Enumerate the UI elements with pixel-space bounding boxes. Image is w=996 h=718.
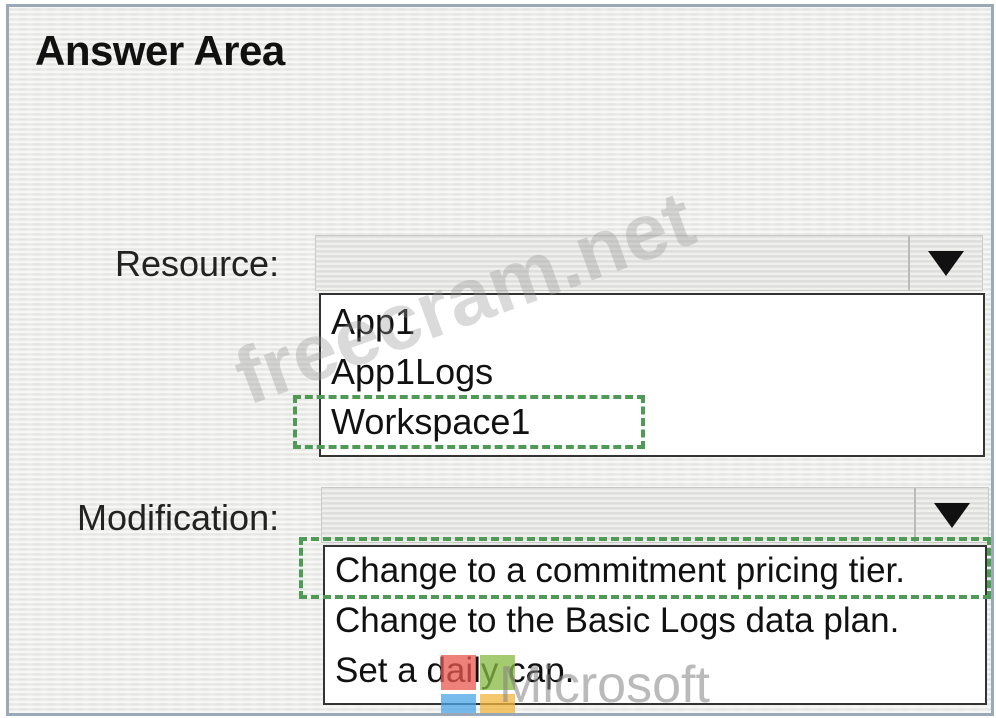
dropdown-arrow-icon: [934, 503, 970, 528]
modification-label: Modification:: [77, 497, 280, 538]
modification-dropdown[interactable]: [321, 487, 989, 543]
modification-answer-highlight: [299, 537, 991, 599]
resource-answer-highlight: [293, 395, 645, 449]
microsoft-logo-text: Microsoft: [499, 656, 710, 714]
answer-area-panel: Answer Area Resource: App1 App1Logs Work…: [6, 4, 994, 716]
resource-dropdown-toggle[interactable]: [908, 236, 982, 290]
resource-option-app1[interactable]: App1: [331, 301, 415, 343]
modification-option-basic-logs[interactable]: Change to the Basic Logs data plan.: [335, 601, 899, 641]
dropdown-arrow-icon: [928, 251, 964, 276]
resource-dropdown[interactable]: [315, 235, 983, 291]
modification-dropdown-toggle[interactable]: [914, 488, 988, 542]
resource-label: Resource:: [115, 243, 280, 284]
answer-area-title: Answer Area: [35, 27, 285, 74]
resource-option-app1logs[interactable]: App1Logs: [331, 351, 493, 393]
